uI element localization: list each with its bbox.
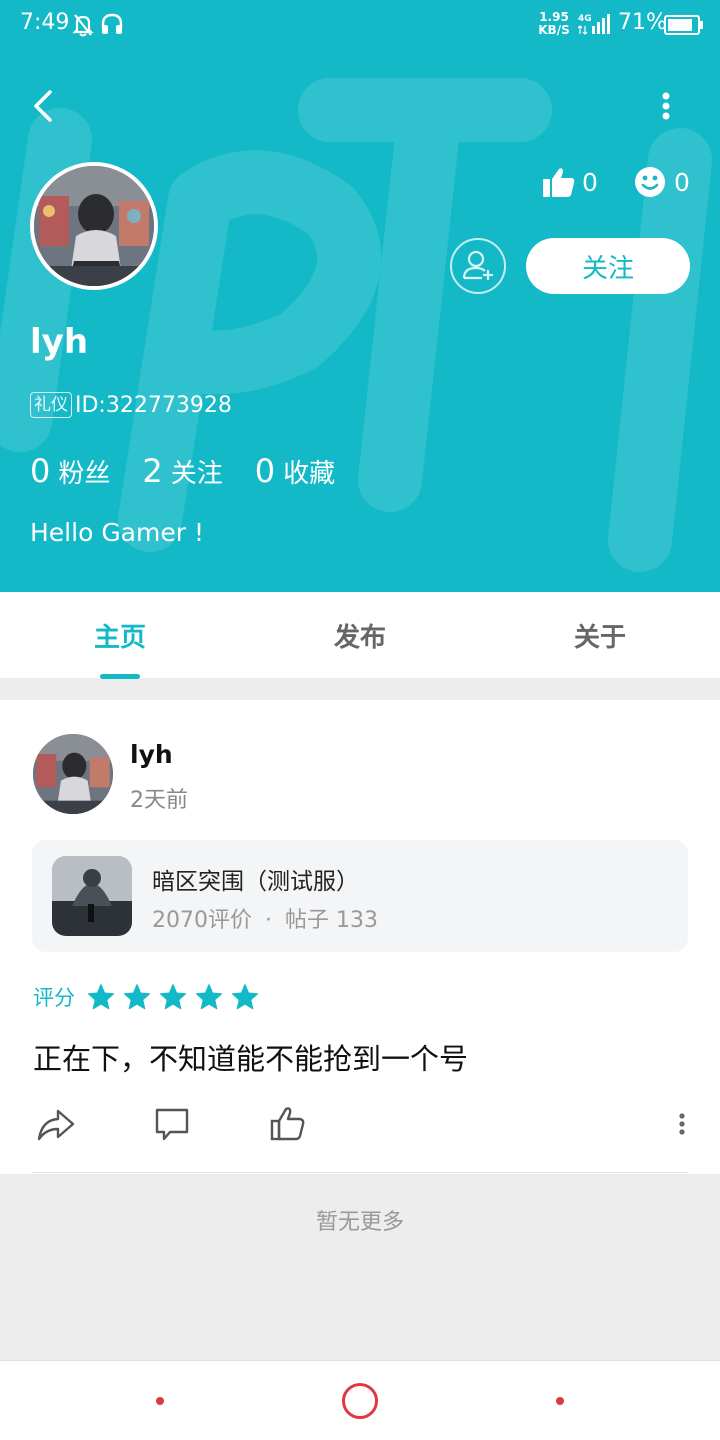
rating-label: 评分 xyxy=(33,986,75,1010)
post-content: 正在下，不知道能不能抢到一个号 xyxy=(33,1042,469,1076)
network-type: 4G xyxy=(578,14,592,24)
following-count[interactable]: 2 xyxy=(142,452,162,490)
nav-menu-button[interactable] xyxy=(156,1397,164,1405)
comment-icon[interactable] xyxy=(152,1104,192,1144)
profile-tabs: 主页 发布 关于 xyxy=(0,592,720,678)
game-title: 暗区突围（测试服） xyxy=(152,869,359,895)
game-posts: 帖子 133 xyxy=(285,908,378,933)
headphones-icon xyxy=(101,13,123,34)
post-avatar[interactable] xyxy=(33,734,113,814)
signal-icon: 4G xyxy=(578,14,610,35)
profile-bio: Hello Gamer ! xyxy=(30,518,204,547)
game-card[interactable]: 暗区突围（测试服） 2070评价 · 帖子 133 xyxy=(32,840,688,952)
nav-home-button[interactable] xyxy=(342,1383,378,1419)
battery-percent: 71% xyxy=(618,10,667,35)
user-id: ID:322773928 xyxy=(75,392,232,418)
game-meta: 2070评价 · 帖子 133 xyxy=(152,902,378,934)
emoji-counter[interactable]: 0 xyxy=(634,164,690,200)
thumbs-up-icon xyxy=(543,168,575,197)
avatar-image xyxy=(34,166,154,286)
star-icon xyxy=(159,984,187,1010)
tab-about[interactable]: 关于 xyxy=(480,592,720,678)
more-options-icon[interactable] xyxy=(650,84,682,128)
post-time: 2天前 xyxy=(130,788,188,813)
likes-counter[interactable]: 0 xyxy=(542,164,598,200)
profile-username: lyh xyxy=(30,322,89,362)
status-bar: 7:49 1.95 KB/S 4G 71% xyxy=(0,0,720,50)
star-icon xyxy=(195,984,223,1010)
notification-off-icon xyxy=(72,14,94,37)
back-icon[interactable] xyxy=(26,84,66,128)
following-label[interactable]: 关注 xyxy=(171,453,223,490)
post-divider xyxy=(32,1172,688,1173)
likes-count: 0 xyxy=(582,167,598,197)
add-friend-button[interactable] xyxy=(450,238,506,294)
post-card[interactable]: lyh 2天前 暗区突围（测试服） 2070评价 · 帖子 133 评分 正在下… xyxy=(0,700,720,1174)
tab-indicator xyxy=(100,674,140,679)
network-speed: 1.95 KB/S xyxy=(536,11,572,37)
fans-count[interactable]: 0 xyxy=(30,452,50,490)
id-badge: 礼仪 xyxy=(30,392,72,418)
favorites-label[interactable]: 收藏 xyxy=(283,453,335,490)
profile-stats: 0 粉丝 2 关注 0 收藏 xyxy=(30,452,367,490)
nav-back-button[interactable] xyxy=(556,1397,564,1405)
like-icon[interactable] xyxy=(268,1104,308,1144)
watermark-logo xyxy=(0,78,712,572)
post-avatar-image xyxy=(33,734,113,814)
follow-button[interactable]: 关注 xyxy=(526,238,690,294)
rating-stars xyxy=(87,983,267,1011)
tab-home[interactable]: 主页 xyxy=(0,592,240,678)
star-icon xyxy=(231,984,259,1010)
share-icon[interactable] xyxy=(36,1104,76,1144)
post-more-icon[interactable] xyxy=(670,1104,694,1144)
profile-avatar[interactable] xyxy=(30,162,158,290)
profile-header: 7:49 1.95 KB/S 4G 71% 0 0 关注 lyh 礼仪 ID:3… xyxy=(0,0,720,592)
add-user-icon xyxy=(462,250,493,280)
favorites-count[interactable]: 0 xyxy=(255,452,275,490)
rating-row: 评分 xyxy=(33,982,267,1012)
status-time: 7:49 xyxy=(20,10,70,35)
game-icon-image xyxy=(52,856,132,936)
star-icon xyxy=(87,984,115,1010)
network-speed-unit: KB/S xyxy=(538,23,570,37)
no-more-text: 暂无更多 xyxy=(315,1210,404,1235)
system-nav-bar xyxy=(0,1360,720,1440)
post-username[interactable]: lyh xyxy=(130,740,173,769)
game-icon xyxy=(52,856,132,936)
game-reviews: 2070评价 xyxy=(152,908,252,933)
tab-posts[interactable]: 发布 xyxy=(240,592,480,678)
fans-label[interactable]: 粉丝 xyxy=(58,453,110,490)
emoji-count: 0 xyxy=(674,167,690,197)
smiley-icon xyxy=(635,167,665,197)
battery-icon xyxy=(664,15,703,35)
star-icon xyxy=(123,984,151,1010)
game-meta-separator: · xyxy=(265,908,272,933)
user-id-row: 礼仪 ID:322773928 xyxy=(30,392,232,418)
